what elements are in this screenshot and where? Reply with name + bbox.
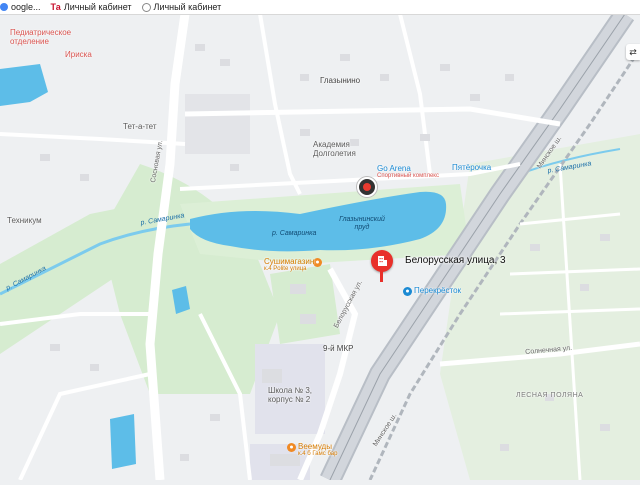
poi-pediatric[interactable]: Педиатрическое отделение [10,28,95,46]
poi-sushi[interactable]: Сушимагазин к.4 Polite улица [264,257,314,272]
poi-perekrestok[interactable]: Перекрёсток [414,286,461,295]
label-glaznynsky-pond: Глазынинский пруд [336,216,388,232]
label-glaznyno: Глазынино [320,76,360,85]
bookmark-cabinet[interactable]: Личный кабинет [141,2,222,12]
tbank-icon: Та [50,2,61,12]
poi-label: Школа № 3, корпус № 2 [268,386,313,404]
lake-northwest [0,64,48,106]
share-icon[interactable]: ⇄ [626,44,640,60]
sushi-icon[interactable]: ● [313,258,322,267]
google-icon [0,3,8,11]
poi-irishka[interactable]: Ириска [65,50,92,59]
poi-label: Академия Долголетия [313,140,356,158]
poi-label: Перекрёсток [414,286,462,295]
globe-icon [141,2,151,12]
village-label: Глазынино [320,76,361,85]
road-east-north [398,13,432,175]
poi-label: Сушимагазин [264,257,315,266]
poi-sublabel: к.4 Polite улица [264,266,307,272]
road-north [258,13,302,195]
address-label: Белорусская улица, 3 [405,255,506,266]
perekrestok-icon[interactable]: ● [403,287,412,296]
poi-label: Тет-а-тет [123,122,157,131]
poi-sublabel: Спортивный комплекс [377,173,439,179]
label-pond-samarinka: р. Самаринка [272,230,316,237]
bookmark-label: Личный кабинет [153,2,222,12]
poi-label: Техникум [7,216,42,225]
bookmark-label: Личный кабинет [63,2,132,12]
park-samarinka [100,164,280,394]
label-lesnaya-polyana: ЛЕСНАЯ ПОЛЯНА [516,392,583,399]
bookmark-tbank[interactable]: Та Личный кабинет [51,2,132,12]
greenery-mkr [270,264,340,344]
location-pin[interactable] [371,250,393,272]
go-arena-icon[interactable] [357,177,377,197]
poi-academy[interactable]: Академия Долголетия [313,140,373,158]
poi-label: Ириска [65,50,92,59]
pin-tail [380,270,383,282]
water-label: Глазынинский пруд [339,216,385,231]
bookmark-label: oogle... [11,2,41,12]
label-mkr: 9-й МКР [323,344,353,353]
poi-label: Веемуды [298,442,332,451]
building-icon [378,256,387,266]
poi-tet-a-tet[interactable]: Тет-а-тет [123,122,156,131]
map-canvas[interactable]: Педиатрическое отделение Ириска Тет-а-те… [0,7,640,485]
poi-sublabel: к.4 б Гамс бар [298,451,338,457]
bookmarks-bar: oogle... Та Личный кабинет Личный кабине… [0,0,640,15]
district-label: ЛЕСНАЯ ПОЛЯНА [516,392,584,399]
poi-tekhnikum[interactable]: Техникум [7,216,42,225]
water-label: р. Самаринка [272,230,317,237]
poi-label: Пятёрочка [452,163,492,172]
bookmark-google[interactable]: oogle... [0,2,41,12]
poi-go-arena[interactable]: Go Arena Спортивный комплекс [377,164,439,179]
poi-veemudy[interactable]: Веемуды к.4 б Гамс бар [298,442,337,457]
poi-label: Педиатрическое отделение [10,28,72,46]
poi-label: Go Arena [377,164,411,173]
industrial-block [185,94,250,154]
pond-south [110,414,136,469]
poi-school[interactable]: Школа № 3, корпус № 2 [268,386,318,404]
district-label: 9-й МКР [323,344,354,353]
poi-pyaterochka[interactable]: Пятёрочка [452,163,491,172]
veemudy-icon[interactable]: ● [287,443,296,452]
